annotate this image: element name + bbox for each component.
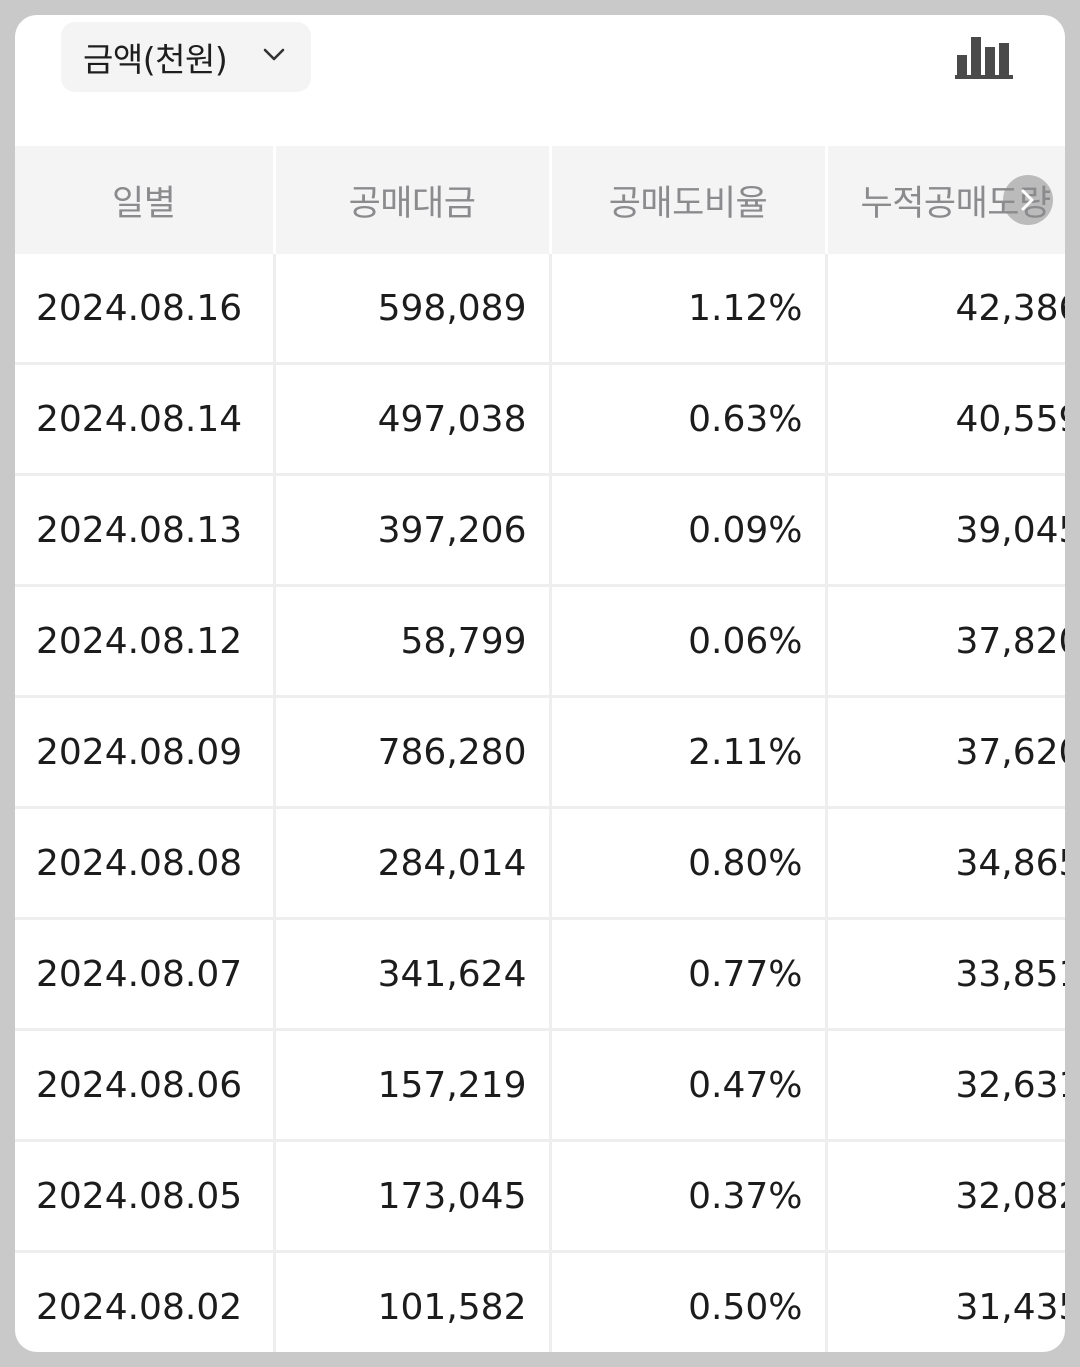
table-row: 2024.08.14 497,038 0.63% 40,559 — [15, 363, 1065, 476]
cell-short-ratio: 0.47% — [550, 1029, 828, 1142]
cell-short-ratio: 0.50% — [550, 1251, 828, 1352]
cell-date: 2024.08.05 — [15, 1140, 276, 1253]
unit-dropdown-label: 금액(천원) — [83, 40, 228, 79]
cell-short-amount: 157,219 — [274, 1029, 552, 1142]
cell-cumulative-volume: 31,435 — [826, 1251, 1065, 1352]
short-selling-table: 일별 공매대금 공매도비율 누적공매도량 2024.08.16 598,089 … — [15, 146, 1065, 1352]
cell-cumulative-volume: 32,631 — [826, 1029, 1065, 1142]
scroll-right-button[interactable] — [1003, 175, 1053, 225]
cell-cumulative-volume: 33,851 — [826, 918, 1065, 1031]
cell-short-amount: 58,799 — [274, 585, 552, 698]
cell-date: 2024.08.02 — [15, 1251, 276, 1352]
bar-chart-icon[interactable] — [955, 33, 1015, 81]
cell-short-amount: 786,280 — [274, 696, 552, 809]
cell-short-ratio: 2.11% — [550, 696, 828, 809]
cell-short-ratio: 1.12% — [550, 254, 828, 365]
cell-date: 2024.08.07 — [15, 918, 276, 1031]
table-row: 2024.08.06 157,219 0.47% 32,631 — [15, 1029, 1065, 1142]
unit-dropdown[interactable]: 금액(천원) — [61, 22, 311, 92]
header-short-amount[interactable]: 공매대금 — [274, 146, 552, 254]
top-bar: 금액(천원) — [15, 15, 1065, 146]
cell-short-amount: 497,038 — [274, 363, 552, 476]
cell-cumulative-volume: 42,386 — [826, 254, 1065, 365]
header-date[interactable]: 일별 — [15, 146, 276, 254]
cell-cumulative-volume: 40,559 — [826, 363, 1065, 476]
table-row: 2024.08.12 58,799 0.06% 37,820 — [15, 585, 1065, 698]
table-row: 2024.08.02 101,582 0.50% 31,435 — [15, 1251, 1065, 1352]
cell-short-ratio: 0.80% — [550, 807, 828, 920]
cell-short-amount: 598,089 — [274, 254, 552, 365]
cell-cumulative-volume: 37,820 — [826, 585, 1065, 698]
table-row: 2024.08.16 598,089 1.12% 42,386 — [15, 254, 1065, 365]
cell-date: 2024.08.13 — [15, 474, 276, 587]
cell-date: 2024.08.16 — [15, 254, 276, 365]
table-row: 2024.08.05 173,045 0.37% 32,082 — [15, 1140, 1065, 1253]
cell-short-amount: 397,206 — [274, 474, 552, 587]
chevron-right-icon — [1021, 189, 1034, 211]
table-row: 2024.08.07 341,624 0.77% 33,851 — [15, 918, 1065, 1031]
table-header-row: 일별 공매대금 공매도비율 누적공매도량 — [15, 146, 1065, 254]
cell-cumulative-volume: 39,045 — [826, 474, 1065, 587]
cell-short-ratio: 0.09% — [550, 474, 828, 587]
short-selling-table-wrapper[interactable]: 일별 공매대금 공매도비율 누적공매도량 2024.08.16 598,089 … — [15, 146, 1065, 1352]
cell-short-amount: 284,014 — [274, 807, 552, 920]
chevron-down-icon — [263, 48, 285, 61]
cell-short-ratio: 0.63% — [550, 363, 828, 476]
cell-short-amount: 341,624 — [274, 918, 552, 1031]
cell-cumulative-volume: 32,082 — [826, 1140, 1065, 1253]
cell-short-amount: 173,045 — [274, 1140, 552, 1253]
cell-date: 2024.08.14 — [15, 363, 276, 476]
cell-short-ratio: 0.77% — [550, 918, 828, 1031]
cell-short-ratio: 0.06% — [550, 585, 828, 698]
cell-short-ratio: 0.37% — [550, 1140, 828, 1253]
table-row: 2024.08.08 284,014 0.80% 34,865 — [15, 807, 1065, 920]
header-short-ratio[interactable]: 공매도비율 — [550, 146, 828, 254]
cell-date: 2024.08.09 — [15, 696, 276, 809]
short-selling-card: 금액(천원) 일별 공매대금 공매도비율 누적공매도량 2024.08.16 5… — [15, 15, 1065, 1352]
cell-date: 2024.08.12 — [15, 585, 276, 698]
table-row: 2024.08.13 397,206 0.09% 39,045 — [15, 474, 1065, 587]
cell-cumulative-volume: 34,865 — [826, 807, 1065, 920]
cell-cumulative-volume: 37,620 — [826, 696, 1065, 809]
table-row: 2024.08.09 786,280 2.11% 37,620 — [15, 696, 1065, 809]
cell-short-amount: 101,582 — [274, 1251, 552, 1352]
cell-date: 2024.08.08 — [15, 807, 276, 920]
cell-date: 2024.08.06 — [15, 1029, 276, 1142]
